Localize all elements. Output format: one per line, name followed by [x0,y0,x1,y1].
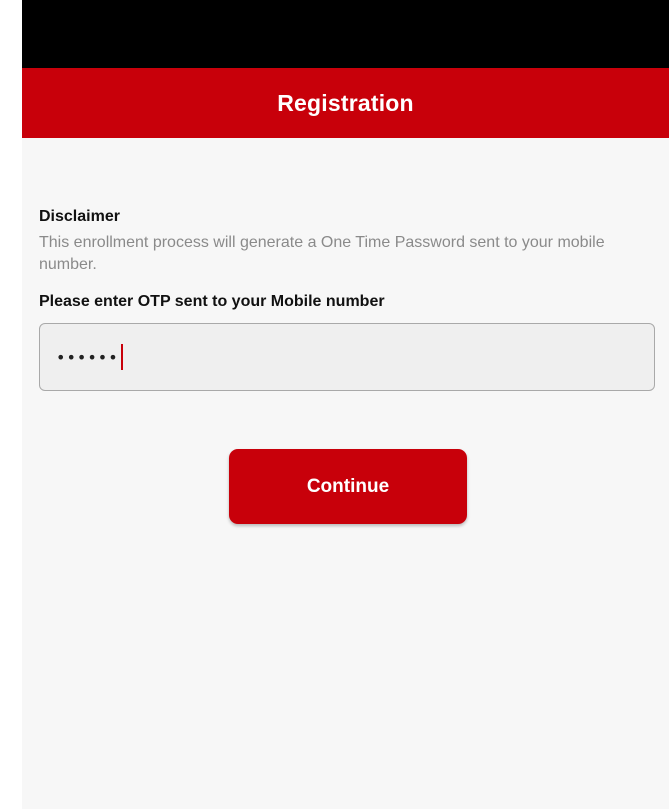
otp-masked-value: •••••• [56,347,119,367]
disclaimer-heading: Disclaimer [39,208,120,225]
otp-label: Please enter OTP sent to your Mobile num… [39,293,385,310]
status-bar [22,0,669,68]
disclaimer-text: This enrollment process will generate a … [39,234,605,273]
page-title: Registration [277,89,414,116]
otp-input[interactable]: •••••• [39,323,655,391]
registration-screen: Registration Disclaimer This enrollment … [22,0,669,809]
continue-button[interactable]: Continue [229,449,467,524]
registration-content: Disclaimer This enrollment process will … [39,138,659,391]
text-caret [120,344,123,370]
app-bar: Registration [22,68,669,138]
